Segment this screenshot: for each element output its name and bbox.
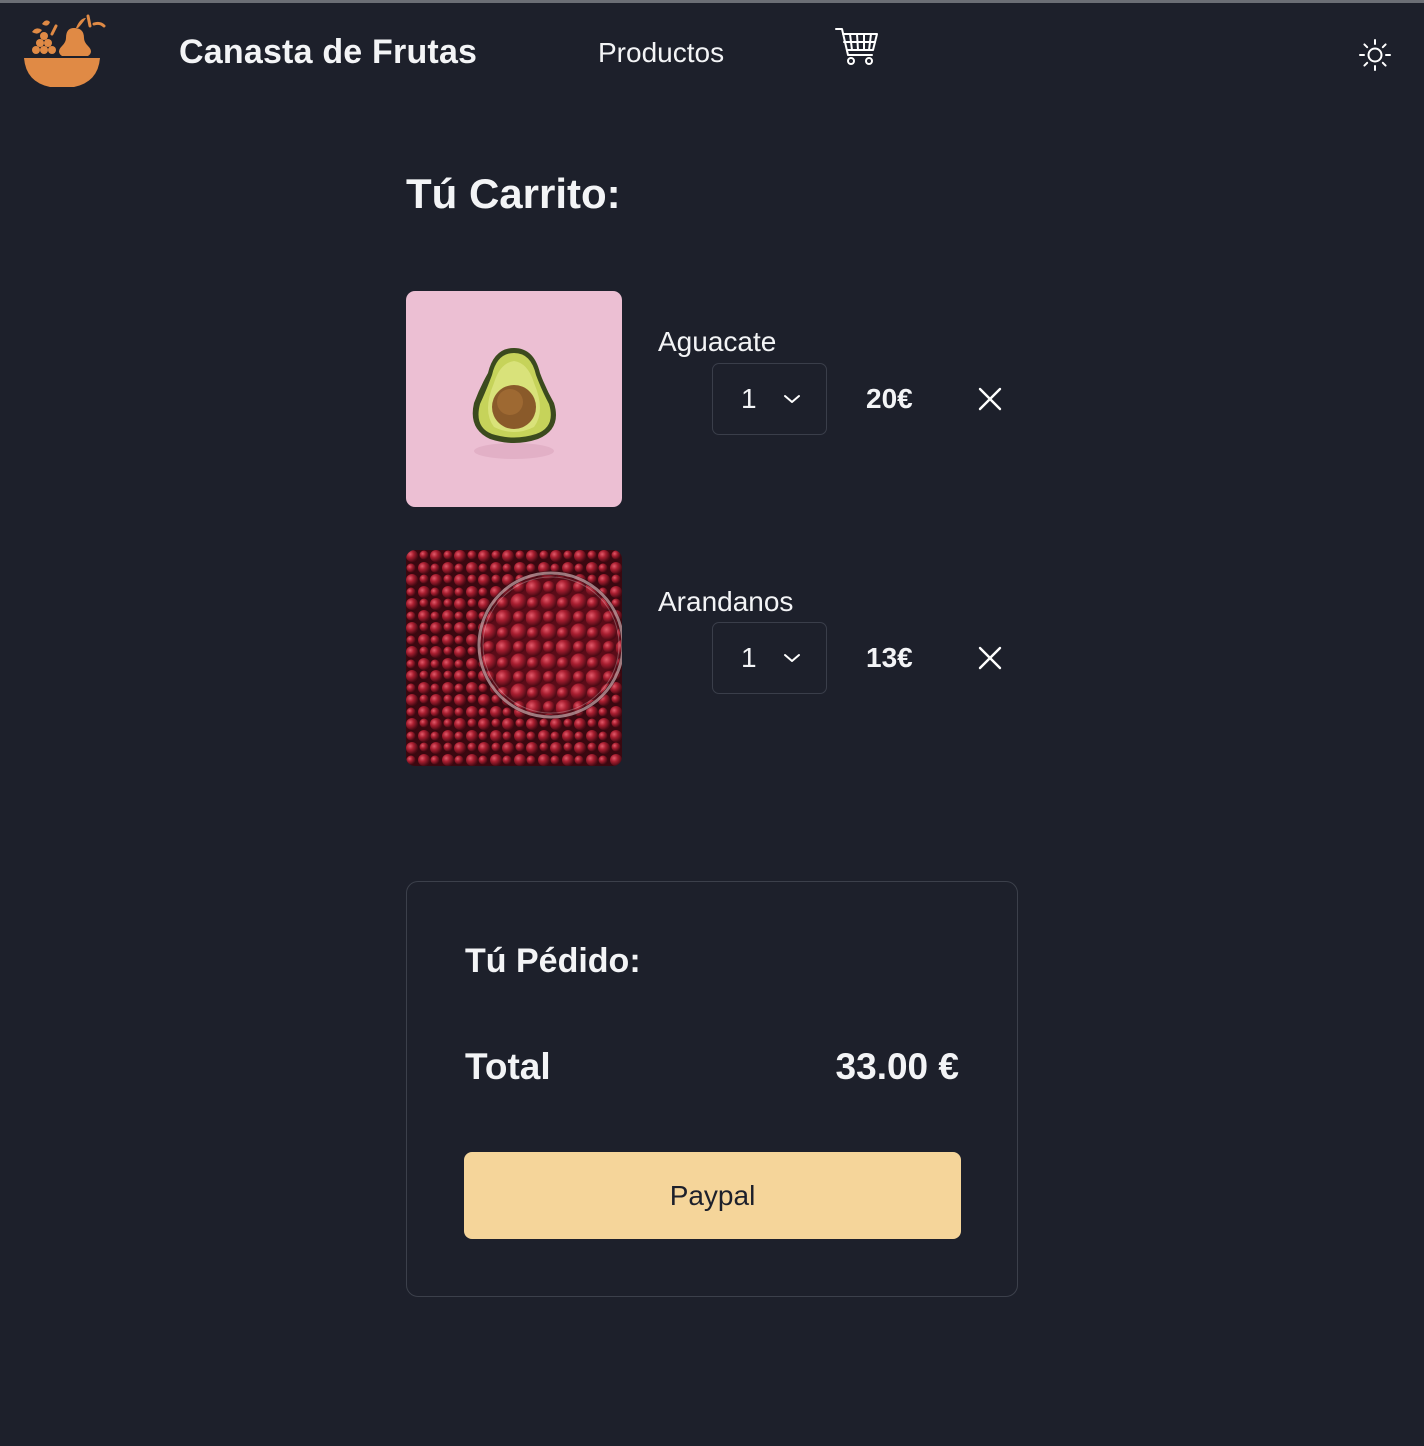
quantity-select[interactable]: 1 — [712, 363, 827, 435]
nav-link-productos[interactable]: Productos — [598, 37, 724, 69]
cart-title: Tú Carrito: — [406, 170, 621, 217]
quantity-select[interactable]: 1 — [712, 622, 827, 694]
item-price: 13€ — [866, 642, 913, 673]
item-price: 20€ — [866, 383, 913, 414]
shopping-cart-icon[interactable] — [834, 26, 880, 68]
paypal-button[interactable]: Paypal — [464, 1152, 961, 1239]
chevron-down-icon — [784, 654, 800, 662]
total-value: 33.00 € — [835, 1046, 959, 1087]
quantity-value: 1 — [741, 383, 757, 414]
brand-name[interactable]: Canasta de Frutas — [179, 33, 477, 72]
order-summary-card: Tú Pédido: Total 33.00 € Paypal — [406, 881, 1018, 1297]
window-top-border — [0, 0, 1424, 3]
total-label: Total — [465, 1046, 551, 1087]
item-name: Arandanos — [658, 586, 794, 617]
cart-item: Arandanos 1 13€ — [406, 550, 1018, 766]
chevron-down-icon — [784, 395, 800, 403]
close-icon[interactable] — [975, 384, 1005, 414]
fruit-basket-logo[interactable] — [22, 12, 106, 92]
quantity-value: 1 — [741, 642, 757, 673]
order-title: Tú Pédido: — [465, 942, 641, 980]
close-icon[interactable] — [975, 643, 1005, 673]
avocado-image — [406, 291, 622, 507]
cart-item: Aguacate 1 20€ — [406, 291, 1018, 507]
item-name: Aguacate — [658, 326, 777, 357]
cranberries-image — [406, 550, 622, 766]
sun-icon[interactable] — [1357, 37, 1393, 73]
